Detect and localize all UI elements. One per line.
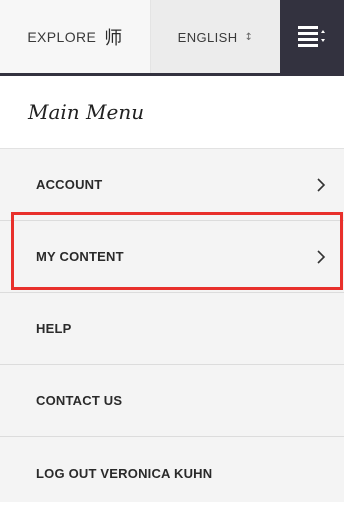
language-label: ENGLISH [177,29,238,45]
chevron-right-icon [317,249,326,264]
menu-item-label: ACCOUNT [36,177,103,192]
menu-title: Main Menu [0,76,344,149]
menu-item-my-content[interactable]: MY CONTENT [0,221,344,293]
language-selector[interactable]: ENGLISH ↕ [151,0,280,74]
menu-icon [298,26,325,47]
explore-button[interactable]: EXPLORE 师 [0,0,151,74]
explore-label: EXPLORE [27,29,97,45]
menu-toggle-button[interactable] [280,0,344,74]
top-bar: EXPLORE 师 ENGLISH ↕ [0,0,344,74]
menu-item-account[interactable]: ACCOUNT [0,149,344,221]
menu-item-label: CONTACT US [36,393,123,408]
updown-arrows-icon: ↕ [244,31,254,43]
menu-item-contact-us[interactable]: CONTACT US [0,365,344,437]
menu-item-label: HELP [36,321,72,336]
menu-item-label: LOG OUT VERONICA KUHN [36,465,213,481]
main-menu-panel: Main Menu ACCOUNT MY CONTENT HELP CONTAC… [0,76,344,502]
menu-item-help[interactable]: HELP [0,293,344,365]
menu-item-label: MY CONTENT [36,249,124,264]
chevron-right-icon [317,177,326,192]
explore-icon: 师 [104,28,123,49]
menu-item-log-out[interactable]: LOG OUT VERONICA KUHN [0,437,344,509]
